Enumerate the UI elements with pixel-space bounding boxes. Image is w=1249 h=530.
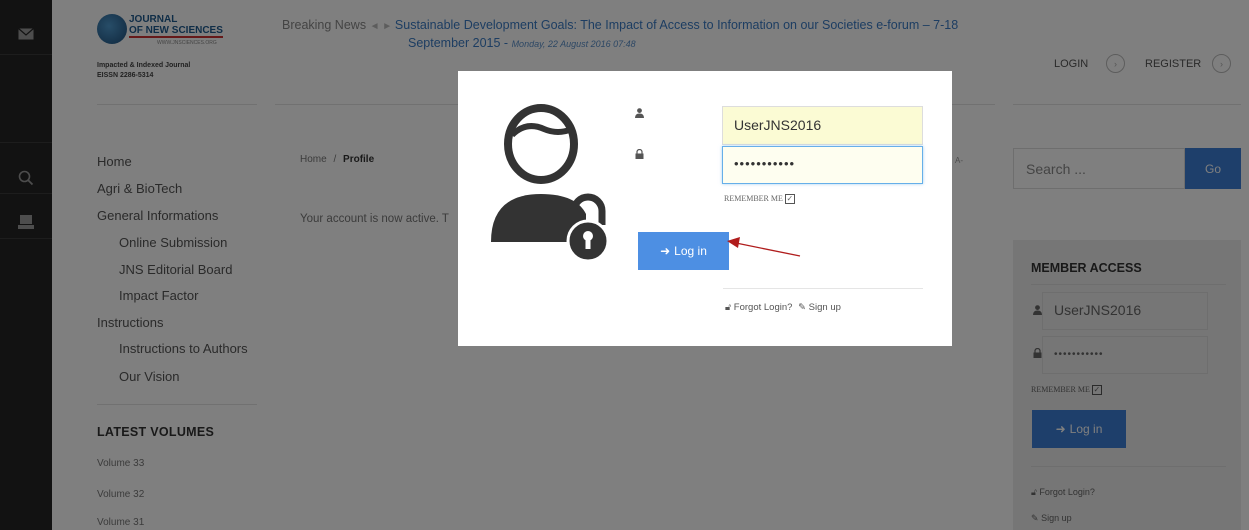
- lock-icon: [635, 148, 644, 162]
- login-modal: UserJNS2016 ••••••••••• REMEMBER ME ✓ ➜ Lo…: [458, 71, 952, 346]
- divider: [723, 288, 923, 289]
- login-button-label: Log in: [674, 244, 707, 258]
- checkbox-checked-icon[interactable]: ✓: [784, 194, 795, 205]
- sign-in-icon: ➜: [660, 244, 671, 258]
- edit-icon: ✎: [798, 302, 807, 313]
- unlock-icon: 🔓︎: [725, 302, 732, 313]
- remember-me[interactable]: REMEMBER ME ✓: [724, 194, 795, 205]
- annotation-arrow: [727, 237, 801, 257]
- username-field[interactable]: UserJNS2016: [722, 106, 923, 145]
- password-field[interactable]: •••••••••••: [722, 146, 923, 184]
- modal-links: 🔓︎ Forgot Login? ✎ Sign up: [725, 302, 841, 313]
- forgot-login-link[interactable]: 🔓︎ Forgot Login?: [725, 302, 792, 313]
- login-button[interactable]: ➜ Log in: [638, 232, 729, 270]
- signup-link[interactable]: ✎ Sign up: [798, 302, 841, 313]
- user-lock-illustration-icon: [486, 99, 616, 266]
- user-icon: [635, 108, 644, 121]
- remember-me-label: REMEMBER ME: [724, 194, 783, 203]
